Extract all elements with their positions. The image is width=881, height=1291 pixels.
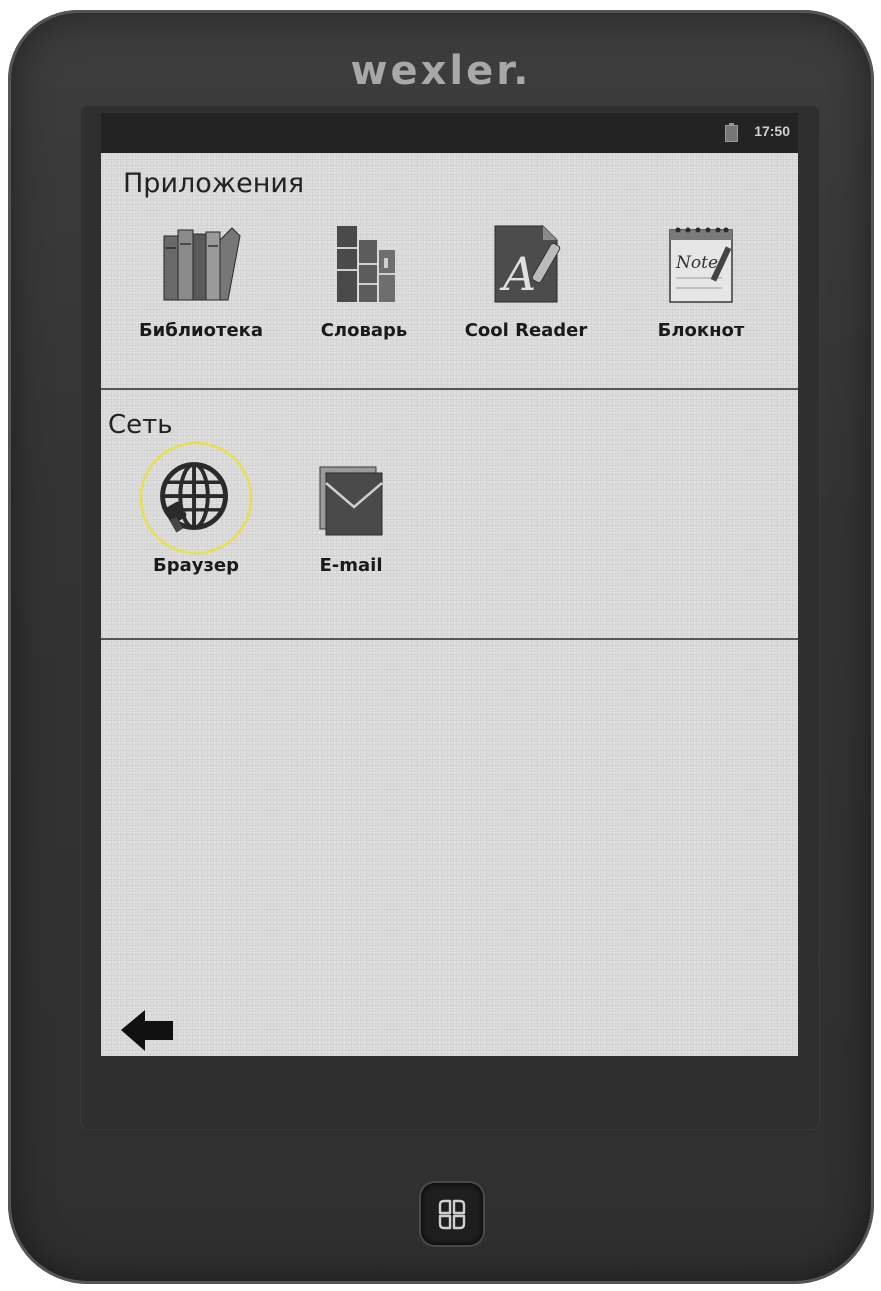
brand-logo: wexler. [350, 48, 532, 94]
cool-reader-icon: A [494, 225, 561, 303]
app-email[interactable]: E-mail [271, 453, 431, 576]
library-books-icon [163, 227, 241, 301]
home-button[interactable] [421, 1183, 483, 1245]
browser-globe-icon [139, 441, 253, 555]
back-arrow-icon[interactable] [119, 1008, 175, 1053]
app-label: Браузер [152, 555, 240, 576]
app-label: E-mail [319, 555, 383, 576]
app-label: Словарь [320, 320, 408, 341]
eink-screen: 17:50 Приложения Библиотека Словарь A Co… [101, 113, 798, 1056]
section-divider [101, 388, 798, 390]
app-library[interactable]: Библиотека [121, 218, 281, 341]
section-title-network: Сеть [108, 410, 173, 440]
app-label: Блокнот [657, 320, 745, 341]
dictionary-icon [337, 226, 395, 302]
status-clock: 17:50 [754, 123, 790, 139]
home-grid-icon [438, 1199, 466, 1230]
section-divider [101, 638, 798, 640]
battery-icon [725, 123, 738, 142]
notepad-icon: Note [669, 227, 733, 303]
app-notepad[interactable]: Note Блокнот [621, 218, 781, 341]
app-label: Cool Reader [464, 320, 588, 341]
status-bar: 17:50 [101, 113, 798, 153]
app-cool-reader[interactable]: A Cool Reader [446, 218, 606, 341]
svg-text:A: A [499, 247, 536, 301]
app-dictionary[interactable]: Словарь [284, 218, 444, 341]
svg-text:Note: Note [675, 253, 718, 273]
app-browser[interactable]: Браузер [116, 441, 276, 576]
section-title-applications: Приложения [123, 168, 305, 199]
app-label: Библиотека [138, 320, 264, 341]
email-envelope-icon [319, 466, 383, 536]
